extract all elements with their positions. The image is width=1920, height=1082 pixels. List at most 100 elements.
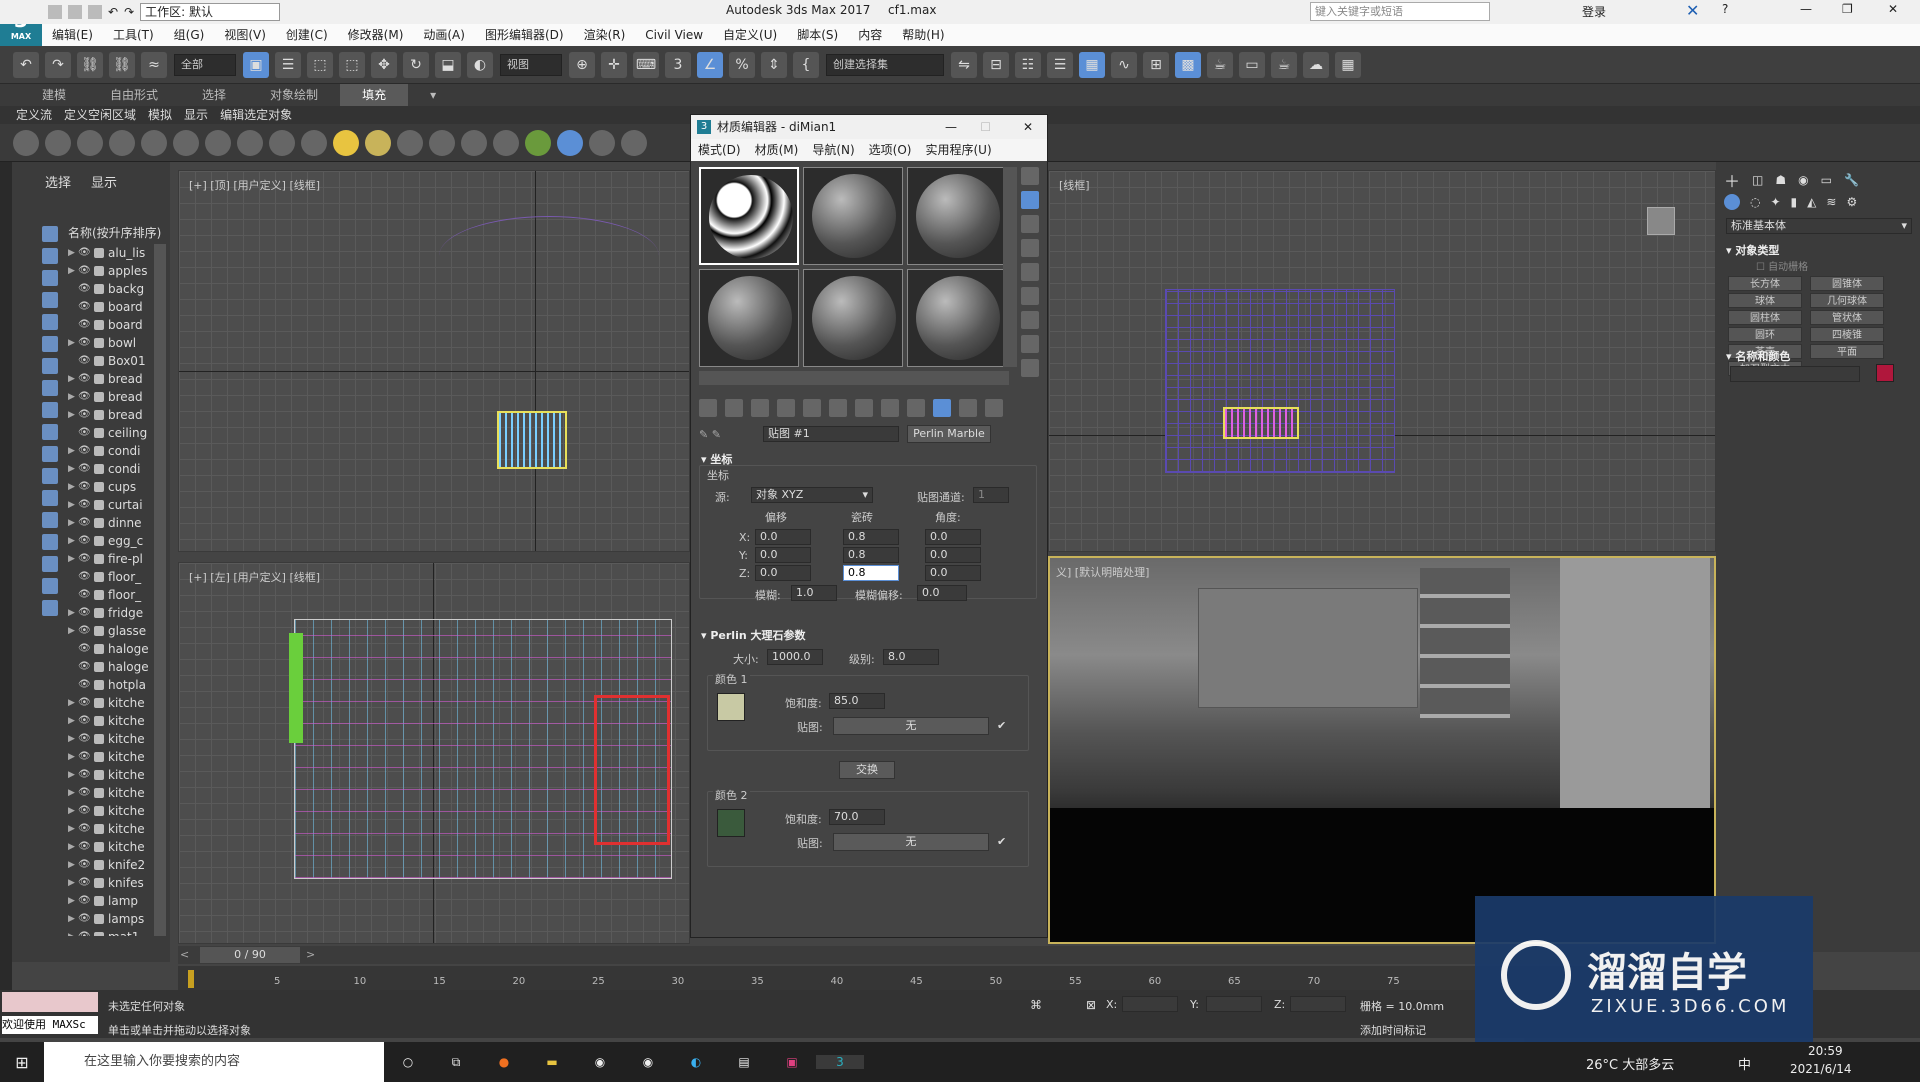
schematic-view-icon[interactable]: ⊞: [1143, 51, 1169, 78]
eye-icon[interactable]: 👁: [78, 694, 91, 712]
explorer-row[interactable]: ▶ 👁 fire-pl: [68, 550, 168, 568]
app-icon-3[interactable]: ▣: [768, 1055, 816, 1069]
explorer-row[interactable]: ▶ 👁 kitche: [68, 820, 168, 838]
viewport-top[interactable]: [+] [顶] [用户定义] [线框]: [178, 170, 690, 552]
select-by-name-icon[interactable]: ☰: [275, 51, 301, 78]
rotate-icon[interactable]: ↻: [403, 51, 429, 78]
side-panel-wireframe[interactable]: [289, 633, 303, 743]
cone-icon[interactable]: [301, 129, 327, 156]
minimize-icon[interactable]: —: [1800, 2, 1812, 16]
pivot-icon[interactable]: ⊕: [569, 51, 595, 78]
object-color-swatch[interactable]: [1876, 364, 1894, 382]
expand-arrow-icon[interactable]: ▶: [68, 406, 78, 424]
color-balls-icon[interactable]: [589, 129, 615, 156]
menu-item-5[interactable]: 修改器(M): [338, 24, 414, 46]
rendered-frame-icon[interactable]: ▭: [1239, 51, 1265, 78]
explorer-tab-0[interactable]: 选择: [45, 172, 71, 191]
display-all-icon[interactable]: [42, 512, 58, 528]
modify-tab-icon[interactable]: ◫: [1752, 173, 1763, 187]
scale-icon[interactable]: ⬓: [435, 51, 461, 78]
slots-hscrollbar[interactable]: [699, 371, 1009, 385]
menu-item-8[interactable]: 渲染(R): [574, 24, 636, 46]
viewport-top-label[interactable]: [+] [顶] [用户定义] [线框]: [189, 177, 320, 193]
expand-arrow-icon[interactable]: ▶: [68, 856, 78, 874]
close-icon[interactable]: ✕: [1023, 115, 1033, 139]
expand-arrow-icon[interactable]: ▶: [68, 370, 78, 388]
display-frozen-icon[interactable]: [42, 468, 58, 484]
explorer-row[interactable]: ▶ 👁 bowl: [68, 334, 168, 352]
expand-arrow-icon[interactable]: ▶: [68, 244, 78, 262]
eye-icon[interactable]: 👁: [78, 262, 91, 280]
firefox-icon[interactable]: ●: [480, 1055, 528, 1069]
image-icon[interactable]: [77, 129, 103, 156]
object-name-input[interactable]: [1730, 366, 1860, 382]
explorer-column-header[interactable]: 名称(按升序排序): [68, 224, 168, 240]
material-slot-5[interactable]: [803, 269, 903, 367]
eye-icon[interactable]: 👁: [78, 352, 91, 370]
perlin-rollout-header[interactable]: ▾ Perlin 大理石参数: [701, 627, 806, 643]
expand-arrow-icon[interactable]: ▶: [68, 892, 78, 910]
workspace-dropdown[interactable]: 工作区: 默认: [140, 3, 281, 21]
map1-button[interactable]: 无: [833, 717, 989, 735]
primitive-type-dropdown[interactable]: 标准基本体 ▾: [1726, 218, 1912, 234]
explorer-row[interactable]: ▶ 👁 knife2: [68, 856, 168, 874]
explorer-row[interactable]: ▶ 👁 lamp: [68, 892, 168, 910]
cloud-icon[interactable]: [45, 129, 71, 156]
eye-icon[interactable]: 👁: [78, 766, 91, 784]
explorer-row[interactable]: 👁 haloge: [68, 658, 168, 676]
filter-icon[interactable]: [42, 578, 58, 594]
explorer-row[interactable]: ▶ 👁 bread: [68, 406, 168, 424]
edge-icon[interactable]: ◐: [672, 1055, 720, 1069]
explorer-row[interactable]: ▶ 👁 kitche: [68, 784, 168, 802]
expand-arrow-icon[interactable]: ▶: [68, 622, 78, 640]
weather-display[interactable]: 26°C 大部多云: [1586, 1054, 1674, 1073]
reset-map-icon[interactable]: [777, 399, 795, 417]
display-xrefs-icon[interactable]: [42, 402, 58, 418]
get-material-icon[interactable]: [699, 399, 717, 417]
menu-item-0[interactable]: 编辑(E): [42, 24, 103, 46]
file-explorer-icon[interactable]: ▬: [528, 1055, 576, 1069]
ime-indicator[interactable]: 中: [1738, 1054, 1751, 1073]
hemisphere-icon[interactable]: [205, 129, 231, 156]
eye-icon[interactable]: 👁: [78, 550, 91, 568]
map-type-button[interactable]: Perlin Marble: [907, 425, 991, 443]
expand-arrow-icon[interactable]: ▶: [68, 910, 78, 928]
clock-time[interactable]: 20:59: [1808, 1044, 1843, 1058]
map2-button[interactable]: 无: [833, 833, 989, 851]
eye-icon[interactable]: 👁: [78, 748, 91, 766]
display-shapes-icon[interactable]: [42, 270, 58, 286]
help-search-input[interactable]: 键入关键字或短语: [1310, 2, 1490, 21]
eye-icon[interactable]: 👁: [78, 424, 91, 442]
link-icon[interactable]: ⛓: [77, 51, 103, 78]
scene-explorer-icon[interactable]: ▦: [1079, 51, 1105, 78]
map-name-field[interactable]: 贴图 #1: [763, 426, 899, 442]
menu-item-2[interactable]: 组(G): [164, 24, 215, 46]
clock-date[interactable]: 2021/6/14: [1790, 1062, 1852, 1076]
align-icon[interactable]: ⊟: [983, 51, 1009, 78]
add-time-tag[interactable]: 添加时间标记: [1360, 1022, 1426, 1038]
app-icon-2[interactable]: ◉: [624, 1055, 672, 1069]
put-to-library-icon[interactable]: [855, 399, 873, 417]
explorer-row[interactable]: ▶ 👁 glasse: [68, 622, 168, 640]
ribbon-tab-1[interactable]: 自由形式: [88, 84, 180, 106]
menu-item-3[interactable]: 视图(V): [214, 24, 276, 46]
menu-item-7[interactable]: 图形编辑器(D): [475, 24, 574, 46]
explorer-row[interactable]: ▶ 👁 kitche: [68, 802, 168, 820]
populate-item-0[interactable]: 定义流: [10, 106, 58, 124]
place-icon[interactable]: ◐: [467, 51, 493, 78]
y-offset-spinner[interactable]: 0.0: [755, 547, 811, 563]
cameras-icon[interactable]: ▮: [1791, 195, 1798, 209]
display-helpers-icon[interactable]: [42, 336, 58, 352]
motion-tab-icon[interactable]: ◉: [1798, 173, 1808, 187]
create-button-2[interactable]: 球体: [1728, 293, 1802, 308]
display-cameras-icon[interactable]: [42, 314, 58, 330]
create-tab-icon[interactable]: ＋: [1724, 168, 1740, 192]
box-icon[interactable]: [173, 129, 199, 156]
expand-arrow-icon[interactable]: ▶: [68, 874, 78, 892]
menu-item-1[interactable]: 工具(T): [103, 24, 164, 46]
expand-arrow-icon[interactable]: ▶: [68, 784, 78, 802]
eye-icon[interactable]: 👁: [78, 874, 91, 892]
curve-editor-icon[interactable]: ∿: [1111, 51, 1137, 78]
rigid-body-icon[interactable]: [429, 129, 455, 156]
material-menu-item-0[interactable]: 模式(D): [691, 139, 748, 161]
